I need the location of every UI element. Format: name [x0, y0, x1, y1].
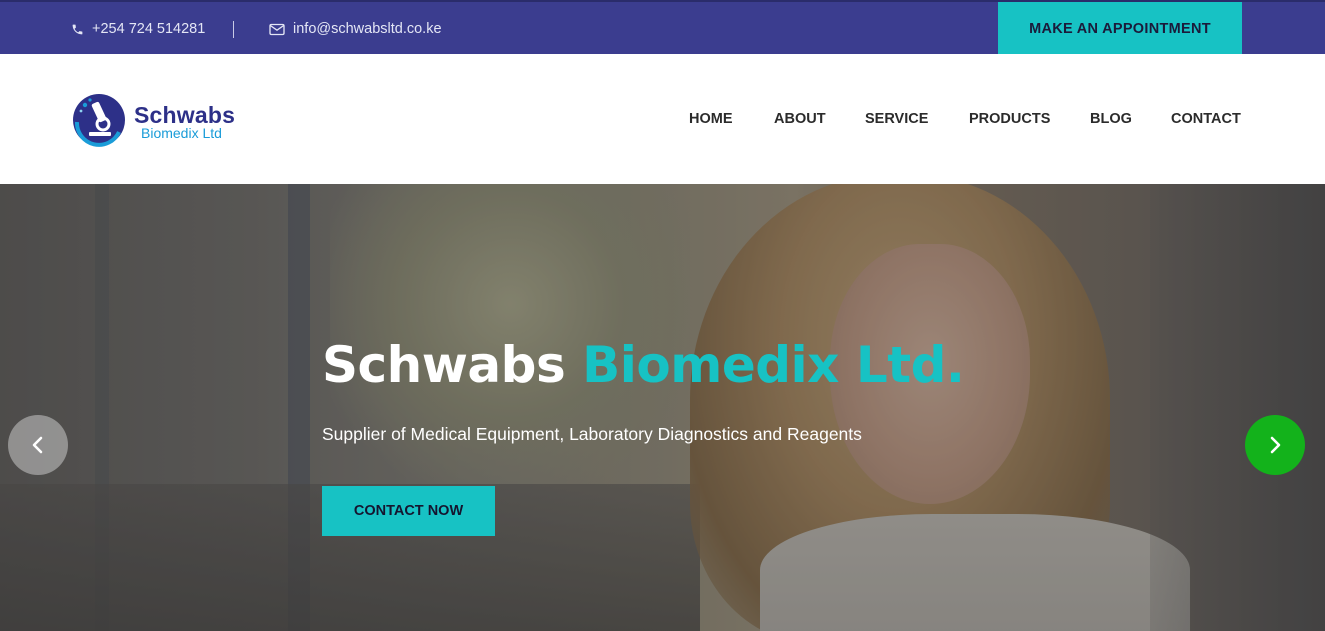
hero-title: Schwabs Biomedix Ltd.	[322, 336, 965, 394]
slider-prev-button[interactable]	[8, 415, 68, 475]
hero-title-main: Schwabs	[322, 336, 583, 394]
hero-slider: Schwabs Biomedix Ltd. Supplier of Medica…	[0, 184, 1325, 631]
topbar-divider	[233, 21, 234, 38]
nav-item-blog[interactable]: BLOG	[1090, 111, 1132, 127]
phone-icon	[72, 24, 83, 34]
nav-item-products[interactable]: PRODUCTS	[969, 111, 1050, 127]
site-logo[interactable]: Schwabs Biomedix Ltd	[71, 92, 251, 148]
site-header: Schwabs Biomedix Ltd HOME ABOUT SERVICE …	[0, 54, 1325, 184]
top-bar: +254 724 514281 info@schwabsltd.co.ke MA…	[0, 0, 1325, 56]
chevron-left-icon	[32, 436, 43, 454]
microscope-icon	[73, 94, 125, 147]
hero-overlay	[0, 184, 1325, 631]
hero-subtitle: Supplier of Medical Equipment, Laborator…	[322, 424, 862, 444]
nav-item-contact[interactable]: CONTACT	[1171, 111, 1241, 127]
contact-now-button[interactable]: CONTACT NOW	[322, 486, 495, 536]
hero-title-accent: Biomedix Ltd.	[582, 336, 965, 394]
slider-next-button[interactable]	[1245, 415, 1305, 475]
make-appointment-button[interactable]: MAKE AN APPOINTMENT	[998, 2, 1242, 56]
email-address: info@schwabsltd.co.ke	[293, 21, 442, 37]
email-contact[interactable]: info@schwabsltd.co.ke	[269, 2, 442, 56]
nav-item-service[interactable]: SERVICE	[865, 111, 928, 127]
chevron-right-icon	[1270, 436, 1281, 454]
phone-contact[interactable]: +254 724 514281	[71, 2, 205, 56]
logo-subtitle: Biomedix Ltd	[141, 125, 222, 141]
envelope-icon	[269, 23, 285, 35]
nav-item-about[interactable]: ABOUT	[774, 111, 826, 127]
nav-item-home[interactable]: HOME	[689, 111, 733, 127]
phone-number: +254 724 514281	[92, 21, 206, 37]
